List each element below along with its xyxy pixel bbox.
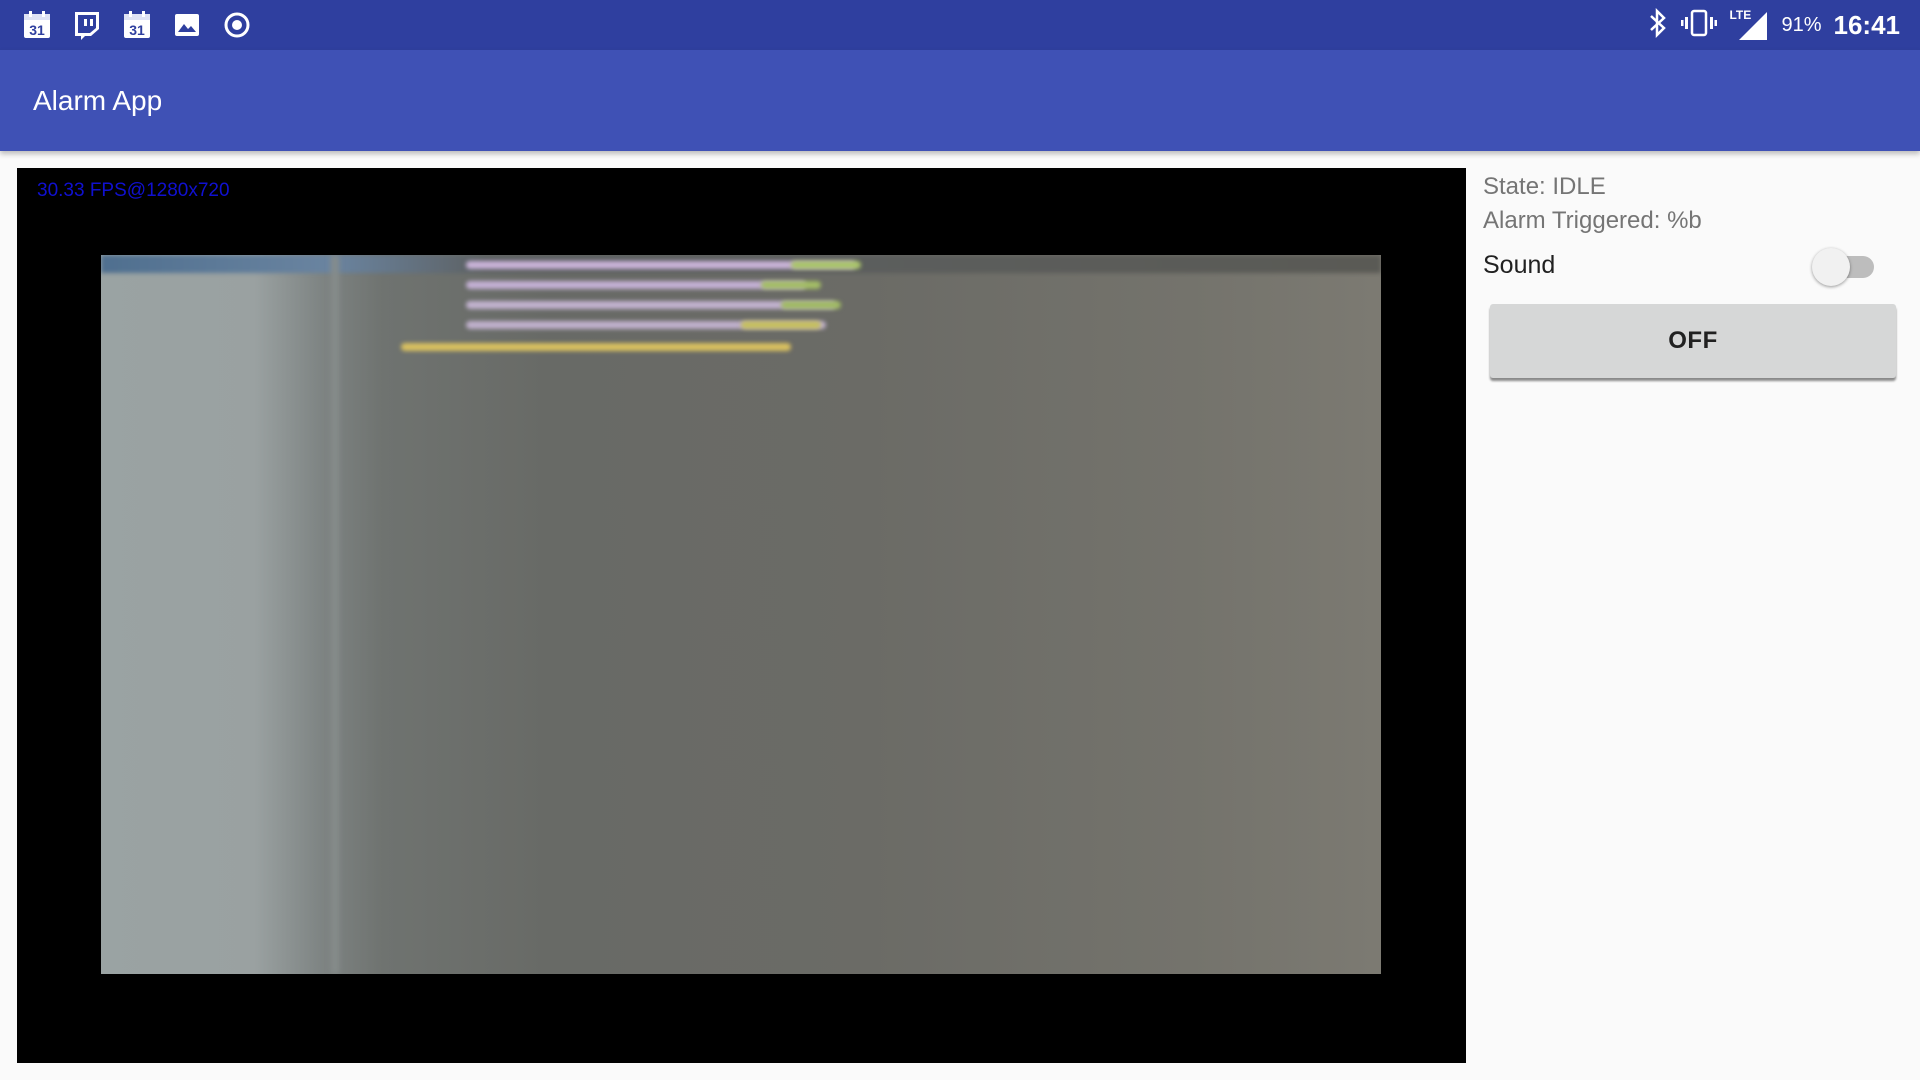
app-bar: Alarm App [0,50,1920,151]
alarm-triggered-text: Alarm Triggered: %b [1483,207,1702,234]
camera-preview: 30.33 FPS@1280x720 [17,168,1466,1063]
calendar-icon: 31 [120,8,154,42]
battery-percent: 91% [1781,13,1822,36]
app-title: Alarm App [33,85,163,116]
signal-icon: LTE [1729,8,1769,42]
calendar-day: 31 [129,22,145,38]
status-bar: 31 31 LTE 91% 16:41 [0,0,1920,50]
sound-label: Sound [1483,251,1556,279]
calendar-day: 31 [29,22,45,38]
clock: 16:41 [1833,9,1901,40]
vibrate-icon [1681,8,1718,43]
off-button[interactable]: OFF [1490,304,1896,378]
camera-feed-image [101,255,1381,974]
fps-overlay: 30.33 FPS@1280x720 [37,180,230,201]
system-status: LTE 91% 16:41 [1647,7,1901,43]
bluetooth-icon [1647,7,1669,43]
notification-icons: 31 31 [20,8,254,42]
calendar-icon: 31 [20,8,54,42]
state-text: State: IDLE [1483,173,1606,200]
sound-switch[interactable] [1812,246,1882,286]
control-panel: State: IDLE Alarm Triggered: %b Sound OF… [1466,151,1920,1080]
twitch-icon [70,8,104,42]
image-icon [170,8,204,42]
record-icon [220,8,254,42]
switch-thumb [1812,248,1850,286]
